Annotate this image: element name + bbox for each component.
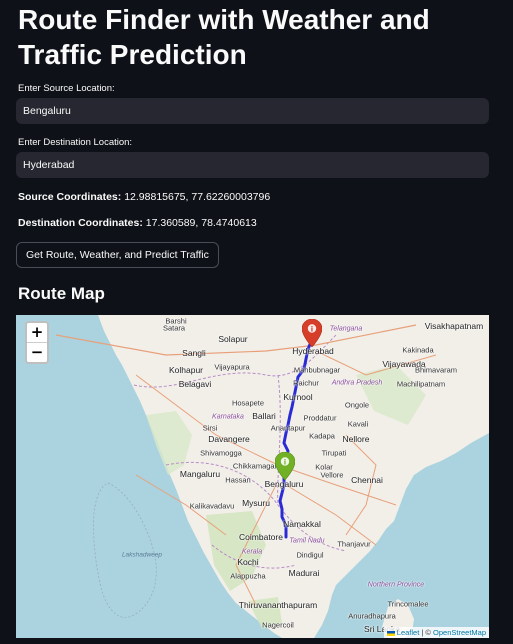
place-label: Northern Province bbox=[367, 581, 425, 589]
place-label: Kalikavadavu bbox=[189, 501, 235, 511]
ukraine-flag-icon bbox=[386, 630, 395, 636]
place-label: Nellore bbox=[342, 434, 370, 444]
svg-text:i: i bbox=[311, 325, 313, 333]
app: Route Finder with Weather and Traffic Pr… bbox=[0, 0, 513, 644]
place-label: Kochi bbox=[237, 557, 259, 567]
place-label: Sirsi bbox=[202, 423, 218, 433]
place-label: Thiruvananthapuram bbox=[238, 600, 318, 610]
place-label: Namakkal bbox=[283, 519, 321, 529]
map-attribution: Leaflet | © OpenStreetMap bbox=[383, 627, 489, 638]
get-route-button[interactable]: Get Route, Weather, and Predict Traffic bbox=[16, 242, 219, 268]
place-label: Proddatur bbox=[303, 413, 337, 423]
place-label: Hosapete bbox=[231, 398, 265, 408]
place-label: Tamil Nadu bbox=[289, 537, 325, 545]
destination-coordinates: Destination Coordinates: 17.360589, 78.4… bbox=[18, 217, 257, 229]
destination-input[interactable] bbox=[16, 152, 489, 178]
place-label: Kurnool bbox=[283, 392, 313, 402]
destination-marker-icon[interactable]: i bbox=[302, 319, 322, 347]
place-label: Vijayapura bbox=[214, 362, 250, 372]
place-label: Bhimavaram bbox=[414, 365, 458, 375]
place-label: Mangaluru bbox=[179, 469, 221, 479]
place-label: Anantapur bbox=[270, 423, 306, 433]
place-label: Raichur bbox=[293, 378, 319, 388]
place-label: Anuradhapura bbox=[348, 611, 396, 621]
place-label: Sangli bbox=[182, 348, 206, 358]
place-label: Kadapa bbox=[309, 431, 335, 441]
page-title: Route Finder with Weather and Traffic Pr… bbox=[18, 4, 430, 70]
place-label: Dindigul bbox=[296, 550, 324, 560]
source-marker-icon[interactable]: i bbox=[275, 452, 295, 480]
zoom-in-button[interactable]: + bbox=[27, 323, 47, 342]
place-label: Ongole bbox=[344, 400, 370, 410]
place-label: Andhra Pradesh bbox=[331, 379, 383, 387]
place-label: Visakhapatnam bbox=[424, 321, 484, 331]
place-label: Tirupati bbox=[321, 448, 347, 458]
place-label: Kakinada bbox=[402, 345, 434, 355]
zoom-control: + − bbox=[25, 321, 49, 364]
attribution-separator: | © bbox=[419, 628, 434, 637]
place-label: Thanjavur bbox=[337, 539, 371, 549]
place-label: Karnataka bbox=[212, 413, 244, 421]
place-label: Coimbatore bbox=[239, 532, 283, 542]
zoom-out-button[interactable]: − bbox=[27, 342, 47, 362]
place-label: Mysuru bbox=[242, 498, 270, 508]
place-label: Chennai bbox=[351, 475, 383, 485]
route-map[interactable]: Barshi Satara Telangana Visakhapatnam So… bbox=[16, 315, 489, 638]
place-label: Kolhapur bbox=[168, 365, 204, 375]
place-label: Solapur bbox=[218, 334, 248, 344]
place-label: Trincomalee bbox=[387, 599, 429, 609]
place-label: Kavali bbox=[347, 419, 369, 429]
source-input[interactable] bbox=[16, 98, 489, 124]
svg-text:i: i bbox=[284, 458, 286, 466]
place-label: Ballari bbox=[252, 411, 276, 421]
source-coordinates-value: 12.98815675, 77.62260003796 bbox=[124, 191, 271, 203]
place-label: Nagercoil bbox=[262, 620, 294, 630]
source-label: Enter Source Location: bbox=[18, 83, 115, 94]
leaflet-link[interactable]: Leaflet bbox=[397, 628, 420, 637]
place-label: Madurai bbox=[288, 568, 320, 578]
source-coordinates: Source Coordinates: 12.98815675, 77.6226… bbox=[18, 191, 270, 203]
openstreetmap-link[interactable]: OpenStreetMap bbox=[433, 628, 486, 637]
place-label: Machilipatnam bbox=[396, 379, 446, 389]
place-label: Lakshadweep bbox=[121, 551, 163, 559]
place-label: Satara bbox=[162, 323, 186, 333]
destination-coordinates-value: 17.360589, 78.4740613 bbox=[145, 217, 257, 229]
place-label: Alappuzha bbox=[230, 571, 266, 581]
place-label: Mahbubnagar bbox=[293, 365, 341, 375]
place-label: Vellore bbox=[320, 470, 344, 480]
place-label: Bengaluru bbox=[264, 479, 304, 489]
place-label: Shivamogga bbox=[200, 448, 242, 458]
source-coordinates-label: Source Coordinates: bbox=[18, 191, 122, 203]
place-label: Belagavi bbox=[178, 379, 212, 389]
place-label: Davangere bbox=[208, 434, 250, 444]
place-label: Kerala bbox=[241, 548, 263, 556]
place-label: Hassan bbox=[225, 475, 251, 485]
route-map-heading: Route Map bbox=[18, 284, 105, 303]
destination-label: Enter Destination Location: bbox=[18, 137, 133, 148]
destination-coordinates-label: Destination Coordinates: bbox=[18, 217, 143, 229]
place-label: Hyderabad bbox=[292, 346, 334, 356]
place-label: Telangana bbox=[329, 325, 363, 333]
